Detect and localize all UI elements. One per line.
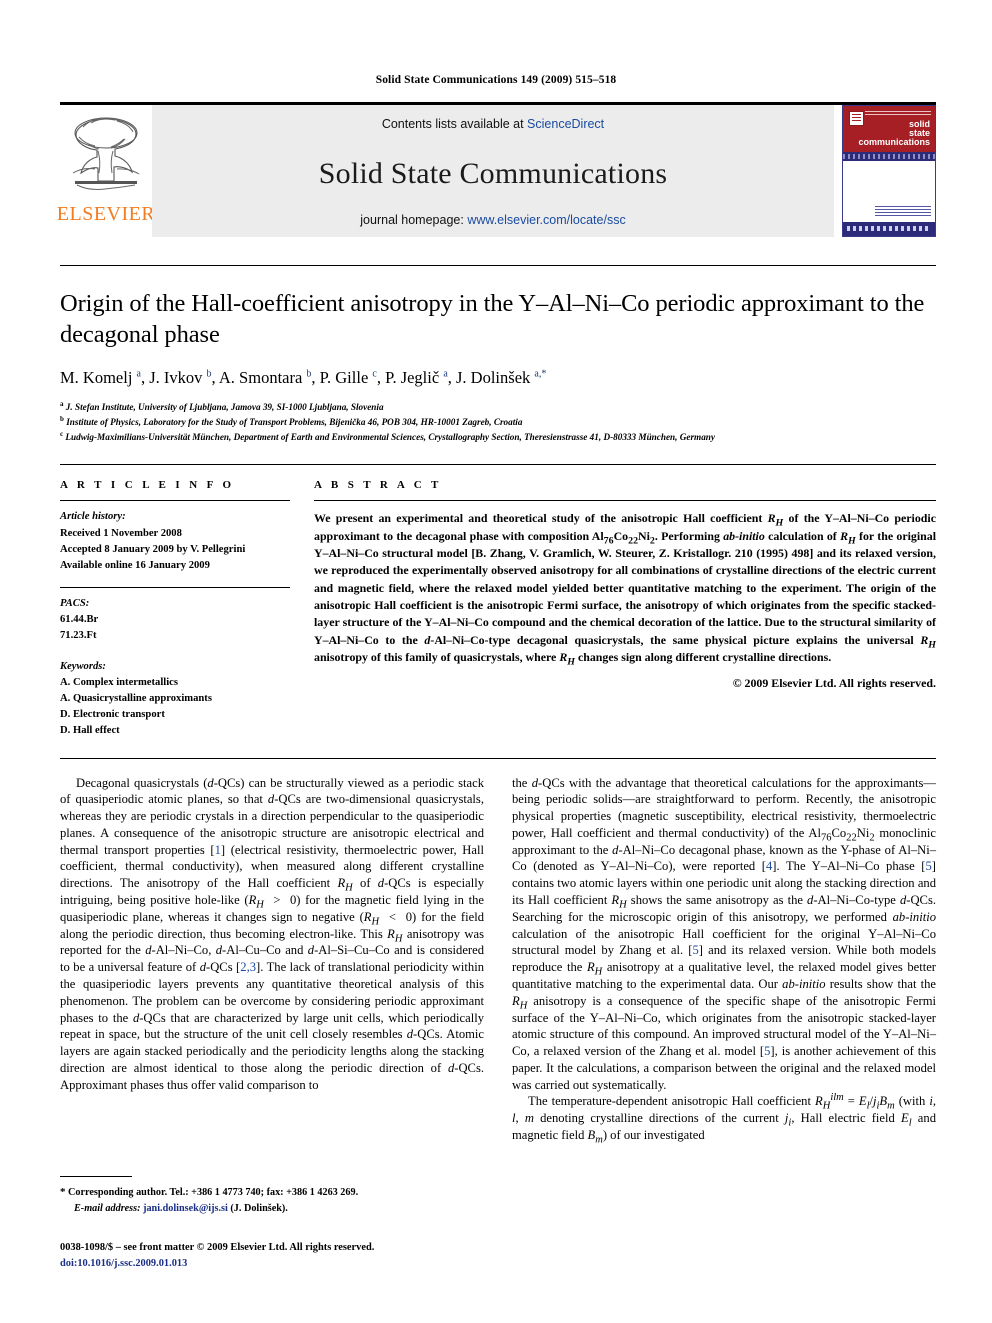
- journal-homepage-line: journal homepage: www.elsevier.com/locat…: [152, 213, 834, 227]
- pacs-label: PACS:: [60, 597, 90, 609]
- pacs-rule: [60, 586, 290, 588]
- affiliation-mark-b: b: [60, 414, 64, 423]
- journal-band: Contents lists available at ScienceDirec…: [152, 105, 834, 237]
- keyword-1: A. Complex intermetallics: [60, 677, 178, 689]
- footnote-email-label: E-mail address:: [74, 1202, 141, 1214]
- affiliation-text-b: Institute of Physics, Laboratory for the…: [66, 416, 523, 427]
- corresponding-author-footnote: * Corresponding author. Tel.: +386 1 477…: [60, 1176, 480, 1216]
- info-divider: [60, 464, 936, 466]
- footnote-contact: Corresponding author. Tel.: +386 1 4773 …: [68, 1187, 359, 1198]
- title-block: Origin of the Hall-coefficient anisotrop…: [60, 288, 936, 444]
- article-history-received: Received 1 November 2008: [60, 527, 182, 539]
- affiliation-list: a J. Stefan Institute, University of Lju…: [60, 400, 936, 445]
- keywords-block: Keywords: A. Complex intermetallics A. Q…: [60, 659, 290, 739]
- pacs-block: PACS: 61.44.Br 71.23.Ft: [60, 596, 290, 644]
- journal-homepage-link[interactable]: www.elsevier.com/locate/ssc: [467, 213, 625, 227]
- journal-title: Solid State Communications: [318, 157, 668, 190]
- body-paragraph-2: the d-QCs with the advantage that theore…: [512, 775, 937, 1092]
- abstract-copyright: © 2009 Elsevier Ltd. All rights reserved…: [732, 676, 936, 691]
- cover-top-microtext: [865, 111, 931, 117]
- journal-masthead: ELSEVIER Contents lists available at Sci…: [56, 102, 936, 237]
- affiliation-b: b Institute of Physics, Laboratory for t…: [60, 415, 936, 430]
- abstract-heading: A B S T R A C T: [314, 479, 442, 492]
- journal-cover-thumbnail: solid state communications: [842, 105, 936, 237]
- article-info-rule: [60, 500, 290, 502]
- abstract-text: We present an experimental and theoretic…: [314, 511, 937, 668]
- sciencedirect-link[interactable]: ScienceDirect: [527, 117, 604, 131]
- body-columns: Decagonal quasicrystals (d-QCs) can be s…: [60, 775, 937, 1146]
- paper-page: Solid State Communications 149 (2009) 51…: [0, 0, 992, 1323]
- doi-link[interactable]: doi:10.1016/j.ssc.2009.01.013: [60, 1256, 490, 1272]
- affiliation-text-a: J. Stefan Institute, University of Ljubl…: [65, 401, 384, 412]
- cover-publisher-mark: [849, 111, 864, 126]
- pacs-code-1: 61.44.Br: [60, 613, 99, 625]
- elsevier-tree-icon: [72, 117, 140, 190]
- pacs-code-2: 71.23.Ft: [60, 630, 97, 641]
- article-history: Article history: Received 1 November 200…: [60, 509, 290, 573]
- elsevier-logo: ELSEVIER: [56, 105, 156, 237]
- contents-prefix: Contents lists available at: [381, 117, 528, 131]
- cover-title-line3: communications: [858, 137, 930, 147]
- homepage-prefix: journal homepage:: [360, 213, 468, 227]
- footnote-rule: [60, 1176, 132, 1177]
- article-history-accepted: Accepted 8 January 2009 by V. Pellegrini: [60, 543, 246, 555]
- page-title: Origin of the Hall-coefficient anisotrop…: [60, 290, 925, 349]
- imprint-frontmatter: 0038-1098/$ – see front matter © 2009 El…: [60, 1242, 375, 1253]
- cover-subtitle-microtext: [843, 154, 935, 159]
- body-column-left: Decagonal quasicrystals (d-QCs) can be s…: [60, 775, 484, 1144]
- abstract-rule: [314, 500, 936, 502]
- article-info-heading: A R T I C L E I N F O: [60, 479, 235, 492]
- affiliation-a: a J. Stefan Institute, University of Lju…: [60, 400, 936, 415]
- keyword-4: D. Hall effect: [60, 725, 120, 737]
- article-info-column: A R T I C L E I N F O Article history: R…: [60, 479, 312, 739]
- running-head: Solid State Communications 149 (2009) 51…: [375, 74, 617, 86]
- title-divider: [60, 265, 936, 266]
- keyword-3: D. Electronic transport: [60, 709, 165, 721]
- cover-footer-band: [843, 222, 935, 236]
- article-history-label: Article history:: [60, 511, 126, 523]
- body-column-right: the d-QCs with the advantage that theore…: [512, 775, 937, 1146]
- affiliation-c: c Ludwig-Maximilians-Universität München…: [60, 430, 936, 445]
- contents-available-line: Contents lists available at ScienceDirec…: [382, 117, 604, 131]
- body-paragraph-3: The temperature-dependent anisotropic Ha…: [512, 1092, 936, 1146]
- abstract-column: A B S T R A C T We present an experiment…: [312, 479, 936, 739]
- keywords-label: Keywords:: [60, 661, 106, 673]
- body-divider: [60, 757, 936, 759]
- article-history-online: Available online 16 January 2009: [60, 559, 210, 571]
- affiliation-text-c: Ludwig-Maximilians-Universität München, …: [65, 431, 715, 442]
- affiliation-mark-a: a: [60, 399, 64, 408]
- footnote-email-owner: (J. Dolinšek).: [230, 1202, 288, 1214]
- author-list: M. Komelj a, J. Ivkov b, A. Smontara b, …: [60, 367, 547, 387]
- cover-bottom-microtext: [875, 206, 931, 216]
- affiliation-mark-c: c: [60, 429, 64, 438]
- elsevier-wordmark: ELSEVIER: [56, 203, 156, 225]
- info-abstract-row: A R T I C L E I N F O Article history: R…: [60, 479, 936, 739]
- footnote-email-link[interactable]: jani.dolinsek@ijs.si: [143, 1203, 228, 1214]
- body-paragraph-1: Decagonal quasicrystals (d-QCs) can be s…: [60, 775, 485, 1092]
- footnote-text: * Corresponding author. Tel.: +386 1 477…: [60, 1184, 480, 1216]
- imprint-block: 0038-1098/$ – see front matter © 2009 El…: [60, 1240, 490, 1271]
- keyword-2: A. Quasicrystalline approximants: [60, 693, 212, 705]
- footnote-star: *: [60, 1186, 66, 1198]
